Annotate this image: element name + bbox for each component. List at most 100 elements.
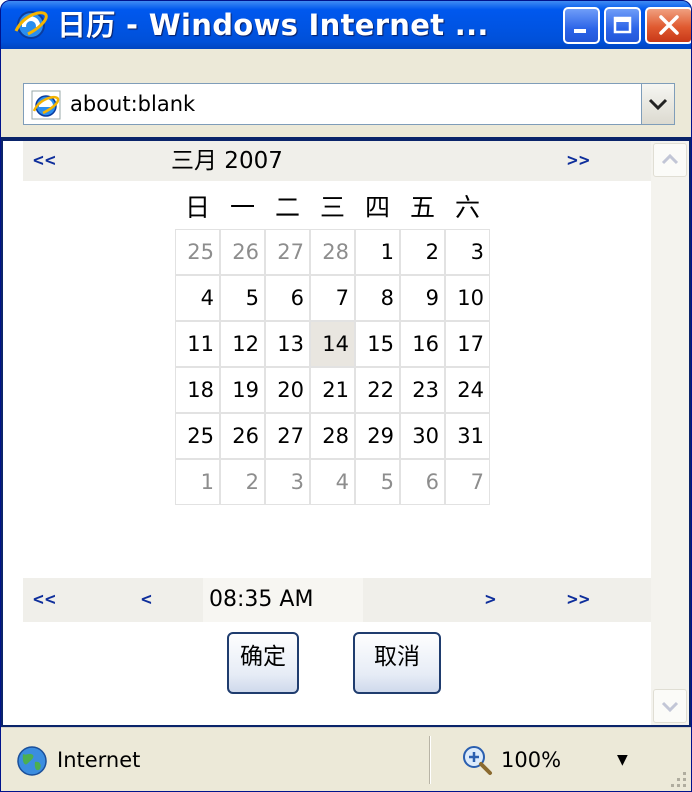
day-cell[interactable]: 30: [400, 413, 445, 459]
minimize-icon: [574, 29, 586, 33]
weekday-header: 六: [454, 193, 480, 222]
week-row: 25 26 27 28 29 30 31: [175, 413, 490, 459]
week-row: 25 26 27 28 1 2 3: [175, 229, 490, 275]
day-cell[interactable]: 5: [355, 459, 400, 505]
day-cell[interactable]: 17: [445, 321, 490, 367]
day-cell[interactable]: 24: [445, 367, 490, 413]
scroll-down-button[interactable]: [653, 689, 687, 723]
prev-hour-link[interactable]: <<: [33, 578, 57, 622]
week-row: 1 2 3 4 5 6 7: [175, 459, 490, 505]
prev-year-link[interactable]: <<: [33, 141, 57, 181]
title-bar[interactable]: 日历 - Windows Internet ...: [1, 1, 691, 49]
day-cell[interactable]: 2: [400, 229, 445, 275]
security-zone-label: Internet: [57, 748, 141, 772]
chevron-up-icon: [661, 153, 679, 165]
day-cell[interactable]: 6: [265, 275, 310, 321]
day-cell[interactable]: 13: [265, 321, 310, 367]
day-cell[interactable]: 25: [175, 229, 220, 275]
day-cell[interactable]: 29: [355, 413, 400, 459]
day-cell[interactable]: 12: [220, 321, 265, 367]
day-cell[interactable]: 8: [355, 275, 400, 321]
week-row: 4 5 6 7 8 9 10: [175, 275, 490, 321]
next-hour-link[interactable]: >>: [567, 578, 591, 622]
page-content: << 三月 2007 >> 日 一 二 三 四 五 六 25 26 27 28 …: [3, 141, 689, 725]
zoom-level[interactable]: 100%: [501, 728, 561, 791]
day-cell[interactable]: 18: [175, 367, 220, 413]
day-cell[interactable]: 10: [445, 275, 490, 321]
day-cell[interactable]: 1: [175, 459, 220, 505]
day-cell[interactable]: 19: [220, 367, 265, 413]
time-label: 08:35 AM: [209, 587, 314, 612]
weekday-header: 五: [409, 193, 435, 222]
resize-grip-icon[interactable]: [663, 764, 689, 790]
day-cell[interactable]: 6: [400, 459, 445, 505]
next-year-link[interactable]: >>: [567, 141, 591, 181]
day-cell[interactable]: 20: [265, 367, 310, 413]
day-cell[interactable]: 23: [400, 367, 445, 413]
address-field[interactable]: about:blank: [23, 83, 655, 125]
browser-window: 日历 - Windows Internet ... about:blank <<…: [0, 0, 692, 792]
calendar-grid: 日 一 二 三 四 五 六 25 26 27 28 1 2 3 4 5 6 7 …: [175, 183, 490, 505]
selected-day-cell[interactable]: 14: [310, 321, 355, 367]
chevron-down-icon: [661, 701, 679, 713]
close-icon: [659, 15, 679, 35]
ie-icon: [14, 11, 48, 39]
day-cell[interactable]: 22: [355, 367, 400, 413]
day-cell[interactable]: 28: [310, 229, 355, 275]
month-nav-row: << 三月 2007 >>: [23, 141, 651, 181]
month-year-label: 三月 2007: [171, 148, 283, 174]
day-cell[interactable]: 4: [175, 275, 220, 321]
next-minute-link[interactable]: >: [485, 578, 497, 622]
time-nav-row: << < 08:35 AM > >>: [23, 578, 651, 622]
maximize-button[interactable]: [604, 7, 641, 44]
day-cell[interactable]: 7: [310, 275, 355, 321]
day-cell[interactable]: 1: [355, 229, 400, 275]
day-cell[interactable]: 15: [355, 321, 400, 367]
day-cell[interactable]: 3: [265, 459, 310, 505]
day-cell[interactable]: 11: [175, 321, 220, 367]
day-cell[interactable]: 3: [445, 229, 490, 275]
day-cell[interactable]: 9: [400, 275, 445, 321]
page-icon: [31, 90, 61, 120]
status-divider: [429, 736, 431, 784]
week-row: 11 12 13 14 15 16 17: [175, 321, 490, 367]
day-cell[interactable]: 27: [265, 413, 310, 459]
maximize-icon: [613, 16, 632, 34]
day-cell[interactable]: 28: [310, 413, 355, 459]
zoom-dropdown-icon[interactable]: ▼: [617, 752, 628, 768]
status-bar: Internet 100% ▼: [1, 727, 691, 791]
address-url[interactable]: about:blank: [70, 84, 195, 124]
weekday-header: 三: [319, 193, 345, 222]
weekday-header-row: 日 一 二 三 四 五 六: [175, 183, 490, 229]
calendar-page: << 三月 2007 >> 日 一 二 三 四 五 六 25 26 27 28 …: [23, 141, 651, 725]
scroll-up-button[interactable]: [653, 143, 687, 177]
day-cell[interactable]: 26: [220, 413, 265, 459]
day-cell[interactable]: 4: [310, 459, 355, 505]
prev-minute-link[interactable]: <: [141, 578, 153, 622]
globe-icon: [17, 746, 47, 776]
day-cell[interactable]: 5: [220, 275, 265, 321]
weekday-header: 日: [184, 193, 210, 222]
window-title: 日历 - Windows Internet ...: [57, 8, 489, 42]
day-cell[interactable]: 26: [220, 229, 265, 275]
day-cell[interactable]: 27: [265, 229, 310, 275]
weekday-header: 四: [364, 193, 390, 222]
day-cell[interactable]: 25: [175, 413, 220, 459]
weekday-header: 二: [274, 193, 300, 222]
vertical-scrollbar[interactable]: [651, 141, 689, 725]
close-button[interactable]: [645, 7, 691, 44]
address-bar: about:blank: [1, 49, 691, 137]
minimize-button[interactable]: [563, 7, 600, 44]
day-cell[interactable]: 2: [220, 459, 265, 505]
day-cell[interactable]: 31: [445, 413, 490, 459]
zoom-icon[interactable]: [459, 742, 495, 778]
day-cell[interactable]: 21: [310, 367, 355, 413]
day-cell[interactable]: 16: [400, 321, 445, 367]
cancel-button[interactable]: 取消: [353, 632, 441, 694]
weekday-header: 一: [229, 193, 255, 222]
day-cell[interactable]: 7: [445, 459, 490, 505]
week-row: 18 19 20 21 22 23 24: [175, 367, 490, 413]
chevron-down-icon: [648, 98, 668, 111]
ok-button[interactable]: 确定: [227, 632, 299, 694]
address-dropdown-button[interactable]: [641, 83, 675, 125]
